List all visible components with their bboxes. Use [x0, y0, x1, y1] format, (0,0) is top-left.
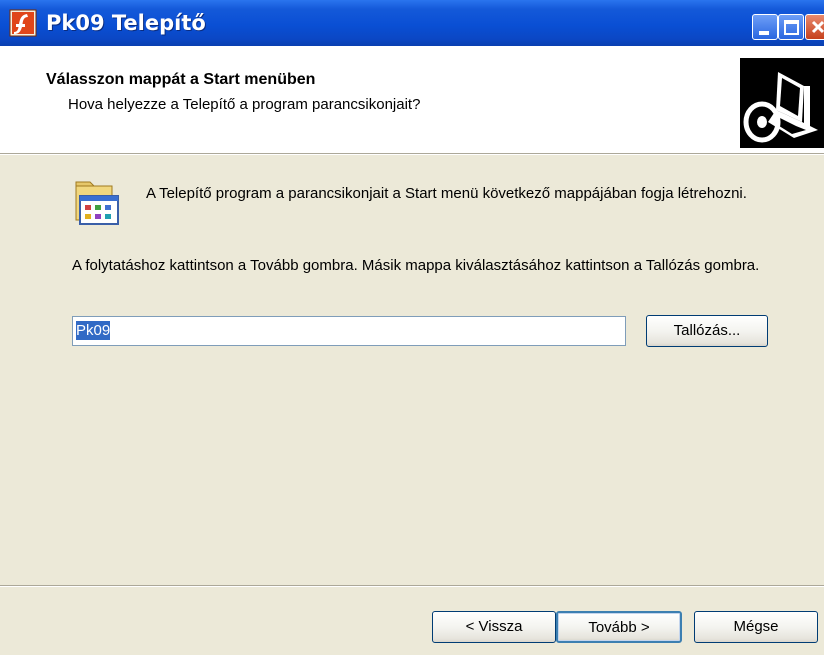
title-bar[interactable]: Pk09 Telepítő: [0, 0, 824, 46]
intro-text: A Telepítő program a parancsikonjait a S…: [146, 185, 747, 202]
installer-window: Pk09 Telepítő Válasszon mappát a Start m…: [0, 0, 824, 655]
page-title: Válasszon mappát a Start menüben: [46, 71, 316, 88]
instruction-text: A folytatáshoz kattintson a Tovább gombr…: [72, 257, 760, 274]
computer-cd-icon: [740, 58, 824, 148]
back-button[interactable]: < Vissza: [432, 611, 556, 643]
minimize-icon: [759, 31, 769, 35]
wizard-header: Válasszon mappát a Start menüben Hova he…: [0, 46, 824, 153]
installer-flash-icon: [9, 9, 37, 37]
start-menu-folder-input[interactable]: Pk09: [72, 316, 626, 346]
maximize-icon: [784, 20, 799, 35]
maximize-button[interactable]: [778, 14, 804, 40]
folder-input-value: Pk09: [76, 321, 111, 340]
footer-divider-highlight: [0, 586, 824, 587]
program-group-folder-icon: [75, 181, 119, 225]
minimize-button[interactable]: [752, 14, 778, 40]
close-icon: [811, 20, 824, 34]
window-title: Pk09 Telepítő: [46, 11, 206, 35]
header-divider-highlight: [0, 154, 824, 155]
browse-button[interactable]: Tallózás...: [646, 315, 768, 347]
next-button[interactable]: Tovább >: [556, 611, 682, 643]
page-subtitle: Hova helyezze a Telepítő a program paran…: [68, 96, 421, 113]
cancel-button[interactable]: Mégse: [694, 611, 818, 643]
close-button[interactable]: [805, 14, 824, 40]
header-graphic: [740, 58, 824, 148]
